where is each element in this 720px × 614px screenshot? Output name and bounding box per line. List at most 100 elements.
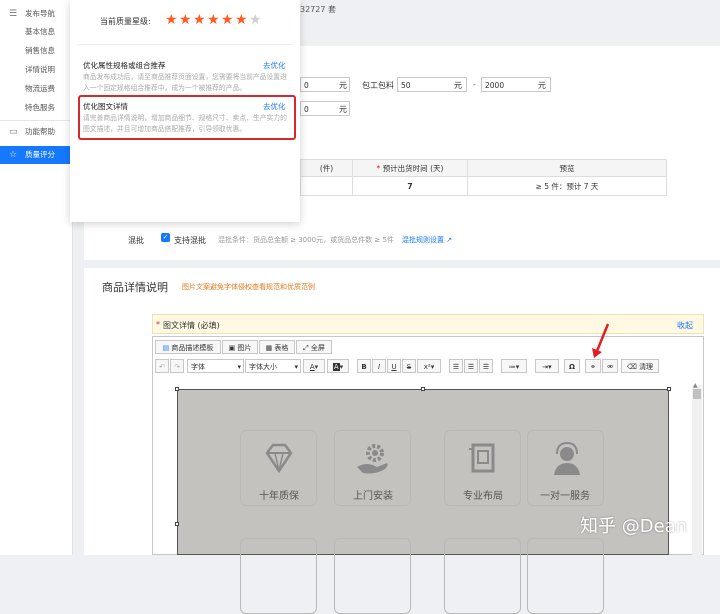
pack-label: 包工包料 — [362, 81, 394, 90]
clean-button[interactable]: ⌫ 清理 — [621, 359, 659, 373]
eraser-icon: ⌫ — [626, 363, 637, 371]
sidebar: ☰ 发布导航 基本信息 销售信息 详情说明 物流运费 特色服务 ▭ 功能帮助 ☆… — [0, 0, 73, 555]
tab-description-template[interactable]: ▤ 商品描述模板 — [155, 340, 221, 354]
top-strip: 32727 套 — [300, 0, 720, 20]
editor-required-mark: * — [156, 320, 160, 329]
delivery-cell-qty — [300, 176, 353, 196]
align-center-icon: ☰ — [467, 363, 475, 371]
indent-button[interactable]: ⇥▾ — [535, 359, 559, 373]
quality-score-popup: 当前质量星级: ★ ★ ★ ★ ★ ★ ★ 优化属性规格或组合推荐 去优化 商品… — [70, 0, 300, 222]
template-icon: ▤ — [162, 344, 170, 352]
highlight-icon: A — [332, 363, 340, 371]
sidebar-item-label: 详情说明 — [25, 65, 55, 74]
rating-star-filled: ★ — [207, 12, 220, 28]
italic-icon: I — [377, 363, 381, 371]
align-right-icon: ☰ — [482, 363, 490, 371]
scrollbar-thumb[interactable] — [693, 389, 701, 399]
image-icon: ▣ — [228, 344, 236, 352]
tab-image[interactable]: ▣ 图片 — [222, 340, 258, 354]
sidebar-item-quality-score[interactable]: ☆ 质量评分 — [0, 146, 72, 164]
tip-title-detail: 优化图文详情 — [83, 102, 128, 111]
italic-button[interactable]: I — [372, 359, 386, 373]
delivery-header-time: * 预计出货时间 (天) — [352, 159, 468, 177]
special-char-button[interactable]: Ω — [564, 359, 580, 373]
undo-button[interactable]: ↶ — [155, 359, 169, 373]
resize-handle[interactable] — [421, 387, 425, 391]
mix-rules-link[interactable]: 混批规则设置 ↗ — [402, 235, 452, 245]
sidebar-item-special-service[interactable]: 特色服务 — [0, 99, 72, 117]
unit-yuan-1: 元 — [339, 81, 347, 90]
sidebar-item-label: 功能帮助 — [25, 127, 55, 136]
redo-icon: ↷ — [174, 363, 180, 371]
unlink-icon: ⚮ — [607, 363, 613, 371]
font-size-value: 字体大小 — [249, 363, 277, 371]
resize-handle[interactable] — [175, 522, 179, 526]
align-right-button[interactable]: ☰ — [479, 359, 493, 373]
star-icon: ☆ — [9, 150, 18, 160]
sidebar-item-label: 销售信息 — [25, 46, 55, 55]
tip-desc-combo: 商品发布成功后，请至商品推荐页面设置，您需要将当前产品设置进入一个固定规格组合推… — [83, 73, 287, 92]
sidebar-item-sales-info[interactable]: 销售信息 — [0, 42, 72, 60]
monitor-icon: ▭ — [9, 127, 18, 137]
unit-yuan-4: 元 — [339, 105, 347, 114]
sidebar-item-help[interactable]: ▭ 功能帮助 — [0, 123, 72, 141]
redo-button[interactable]: ↷ — [170, 359, 184, 373]
feature-label-install: 上门安装 — [353, 491, 393, 502]
customer-service-icon — [554, 441, 580, 475]
align-center-button[interactable]: ☰ — [464, 359, 478, 373]
sidebar-item-label: 质量评分 — [25, 150, 55, 159]
sidebar-item-label: 基本信息 — [25, 27, 55, 36]
underline-icon: U — [391, 363, 397, 371]
clean-label: 清理 — [639, 363, 654, 371]
detail-section-title: 商品详情说明 — [102, 281, 168, 294]
sidebar-item-label: 特色服务 — [25, 103, 55, 112]
unlink-button[interactable]: ⚮ — [602, 359, 618, 373]
mix-checkbox-label[interactable]: 支持混批 — [174, 235, 206, 246]
sidebar-item-logistics[interactable]: 物流运费 — [0, 80, 72, 98]
underline-button[interactable]: U — [387, 359, 401, 373]
sidebar-item-publish-nav[interactable]: ☰ 发布导航 — [0, 5, 72, 23]
tab-fullscreen[interactable]: ⤢ 全屏 — [296, 340, 332, 354]
align-left-icon: ☰ — [452, 363, 460, 371]
watermark: 知乎 @Dean — [580, 516, 688, 537]
delivery-header-qty: (件) — [300, 159, 353, 177]
resize-handle[interactable] — [175, 387, 179, 391]
tip-link-detail[interactable]: 去优化 — [263, 101, 286, 112]
red-arrow-annotation — [592, 323, 610, 358]
insert-link-button[interactable]: ⚭ — [585, 359, 601, 373]
rating-star-filled: ★ — [235, 12, 248, 28]
omega-icon: Ω — [569, 363, 575, 371]
tab-table[interactable]: ▦ 表格 — [259, 340, 295, 354]
rating-star-filled: ★ — [193, 12, 206, 28]
external-link-icon: ↗ — [446, 236, 453, 244]
mix-checkbox[interactable]: ✓ — [161, 233, 170, 242]
caret-down-icon: ▾ — [294, 363, 298, 371]
sidebar-item-basic-info[interactable]: 基本信息 — [0, 23, 72, 41]
feature-box-row2 — [527, 538, 604, 614]
bold-button[interactable]: B — [357, 359, 371, 373]
superscript-button[interactable]: x²▾ — [417, 359, 441, 373]
editor-header: * 图文详情 (必填) 收起 — [152, 314, 704, 334]
scroll-up-icon[interactable]: ▲ — [693, 382, 698, 389]
font-family-select[interactable]: 字体 ▾ — [187, 359, 244, 373]
tip-link-combo[interactable]: 去优化 — [263, 60, 286, 71]
font-color-button[interactable]: A▾ — [303, 359, 325, 373]
list-button[interactable]: ≔▾ — [501, 359, 527, 373]
list-icon: ≔▾ — [508, 363, 520, 371]
strikethrough-button[interactable]: S — [402, 359, 416, 373]
popup-divider — [78, 44, 292, 45]
mix-row: 混批 ✓ 支持混批 混批条件：货品总金额 ≥ 3000元，或货品总件数 ≥ 5件… — [84, 222, 720, 256]
sidebar-item-label: 发布导航 — [25, 9, 55, 18]
sidebar-divider — [0, 120, 72, 121]
caret-down-icon: ▾ — [237, 363, 241, 371]
editor-scrollbar[interactable]: ▲ — [692, 382, 702, 555]
align-left-button[interactable]: ☰ — [449, 359, 463, 373]
font-size-select[interactable]: 字体大小 ▾ — [245, 359, 301, 373]
resize-handle[interactable] — [667, 387, 671, 391]
detail-section-link[interactable]: 图片文案避免字体侵权查看规范和优质范例 — [182, 282, 315, 292]
editor-collapse[interactable]: 收起 — [677, 320, 693, 331]
sidebar-item-detail[interactable]: 详情说明 — [0, 61, 72, 79]
feature-box-row2 — [444, 538, 521, 614]
table-icon: ▦ — [265, 344, 273, 352]
highlight-color-button[interactable]: A▾ — [327, 359, 349, 373]
